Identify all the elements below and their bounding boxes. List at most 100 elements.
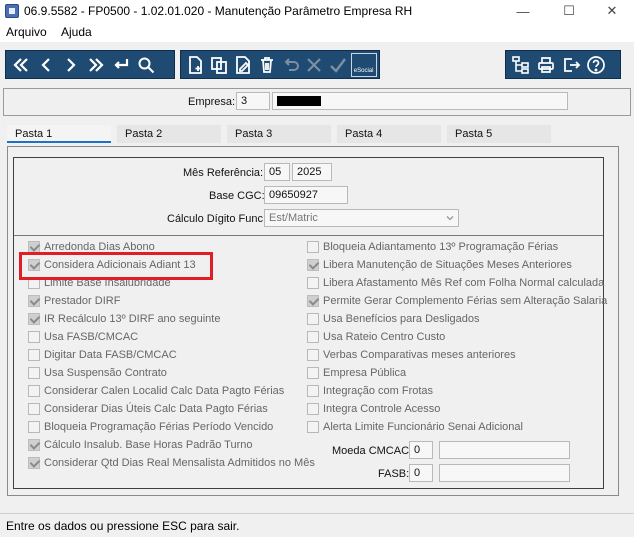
next-record-icon[interactable] [58, 52, 83, 77]
left-option-checkbox[interactable]: Digitar Data FASB/CMCAC [28, 347, 177, 362]
base-cgc-field[interactable]: 09650927 [264, 186, 348, 204]
checkbox-box[interactable] [307, 276, 319, 289]
checkbox-label: Cálculo Insalub. Base Horas Padrão Turno [44, 438, 253, 451]
left-option-checkbox[interactable]: Prestador DIRF [28, 293, 120, 308]
checkbox-box[interactable] [28, 330, 40, 343]
tab-pasta-5[interactable]: Pasta 5 [447, 125, 551, 143]
checkbox-box[interactable] [28, 438, 40, 451]
left-option-checkbox[interactable]: Usa FASB/CMCAC [28, 329, 138, 344]
checkbox-box[interactable] [28, 402, 40, 415]
left-option-checkbox[interactable]: Considerar Qtd Dias Real Mensalista Admi… [28, 455, 315, 470]
checkbox-box[interactable] [28, 348, 40, 361]
empresa-label: Empresa: [188, 96, 236, 108]
right-option-checkbox[interactable]: Integra Controle Acesso [307, 401, 440, 416]
right-option-checkbox[interactable]: Usa Rateio Centro Custo [307, 329, 445, 344]
chevron-down-icon[interactable] [445, 213, 455, 223]
checkbox-box[interactable] [307, 366, 319, 379]
esocial-button[interactable]: eSocial [350, 52, 377, 77]
left-option-checkbox[interactable]: IR Recálculo 13º DIRF ano seguinte [28, 311, 220, 326]
left-option-checkbox[interactable]: Bloqueia Programação Férias Período Venc… [28, 419, 273, 434]
moeda-cmcac-description [439, 441, 570, 459]
exit-icon[interactable] [558, 52, 583, 77]
left-option-checkbox[interactable]: Considerar Dias Úteis Calc Data Pagto Fé… [28, 401, 268, 416]
mes-referencia-month-field[interactable]: 05 [264, 163, 290, 181]
right-option-checkbox[interactable]: Empresa Pública [307, 365, 406, 380]
base-cgc-label: Base CGC: [209, 190, 265, 202]
status-bar: Entre os dados ou pressione ESC para sai… [0, 513, 634, 537]
moeda-cmcac-field[interactable]: 0 [409, 441, 433, 459]
right-option-checkbox[interactable]: Libera Afastamento Mês Ref com Folha Nor… [307, 275, 604, 290]
close-button[interactable]: ✕ [590, 0, 634, 22]
minimize-button[interactable]: — [501, 0, 545, 22]
menu-ajuda[interactable]: Ajuda [61, 25, 92, 39]
fasb-label: FASB: [378, 468, 410, 480]
checkbox-box[interactable] [28, 366, 40, 379]
help-icon[interactable] [583, 52, 608, 77]
maximize-button[interactable]: ☐ [547, 0, 591, 22]
window-title: 06.9.5582 - FP0500 - 1.02.01.020 - Manut… [24, 4, 413, 18]
tab-pasta-4[interactable]: Pasta 4 [337, 125, 441, 143]
checkbox-box[interactable] [28, 384, 40, 397]
checkbox-label: Digitar Data FASB/CMCAC [44, 348, 177, 361]
checkbox-box[interactable] [28, 456, 40, 469]
mes-referencia-year-field[interactable]: 2025 [292, 163, 332, 181]
confirm-icon[interactable] [326, 52, 350, 77]
copy-record-icon[interactable] [207, 52, 231, 77]
calculo-digito-value: Est/Matric [269, 212, 318, 224]
calculo-digito-select[interactable]: Est/Matric [264, 209, 459, 227]
checkbox-box[interactable] [28, 240, 40, 253]
left-option-checkbox[interactable]: Considerar Calen Localid Calc Data Pagto… [28, 383, 284, 398]
new-record-icon[interactable] [183, 52, 207, 77]
right-option-checkbox[interactable]: Permite Gerar Complemento Férias sem Alt… [307, 293, 607, 308]
search-icon[interactable] [133, 52, 158, 77]
hierarchy-icon[interactable] [508, 52, 533, 77]
checkbox-box[interactable] [307, 402, 319, 415]
right-option-checkbox[interactable]: Integração com Frotas [307, 383, 433, 398]
checkbox-box[interactable] [28, 312, 40, 325]
checkbox-box[interactable] [307, 312, 319, 325]
left-option-checkbox[interactable]: Usa Suspensão Contrato [28, 365, 167, 380]
checkbox-box[interactable] [307, 330, 319, 343]
tab-pasta-2[interactable]: Pasta 2 [117, 125, 221, 143]
right-option-checkbox[interactable]: Verbas Comparativas meses anteriores [307, 347, 516, 362]
empresa-code-field[interactable]: 3 [236, 92, 270, 110]
menu-arquivo[interactable]: Arquivo [6, 25, 47, 39]
checkbox-label: Considerar Qtd Dias Real Mensalista Admi… [44, 456, 315, 469]
esocial-label: eSocial [350, 52, 377, 77]
right-option-checkbox[interactable]: Bloqueia Adiantamento 13º Programação Fé… [307, 239, 558, 254]
delete-record-icon[interactable] [255, 52, 279, 77]
right-option-checkbox[interactable]: Alerta Limite Funcionário Senai Adiciona… [307, 419, 523, 434]
checkbox-box[interactable] [307, 294, 319, 307]
print-icon[interactable] [533, 52, 558, 77]
right-option-checkbox[interactable]: Libera Manutenção de Situações Meses Ant… [307, 257, 572, 272]
tab-pasta-1[interactable]: Pasta 1 [7, 125, 111, 143]
checkbox-box[interactable] [307, 420, 319, 433]
cancel-icon[interactable] [302, 52, 326, 77]
previous-record-icon[interactable] [33, 52, 58, 77]
first-record-icon[interactable] [8, 52, 33, 77]
right-option-checkbox[interactable]: Usa Benefícios para Desligados [307, 311, 480, 326]
toolbar-edit: eSocial [180, 50, 380, 79]
checkbox-box[interactable] [28, 420, 40, 433]
checkbox-label: Integra Controle Acesso [323, 402, 441, 415]
left-option-checkbox[interactable]: Cálculo Insalub. Base Horas Padrão Turno [28, 437, 253, 452]
menu-bar [0, 22, 634, 42]
edit-record-icon[interactable] [231, 52, 255, 77]
checkbox-label: Usa Benefícios para Desligados [323, 312, 480, 325]
toolbar-navigation [5, 50, 175, 79]
mes-referencia-label: Mês Referência: [183, 167, 264, 179]
moeda-cmcac-label: Moeda CMCAC: [332, 445, 413, 457]
checkbox-box[interactable] [307, 258, 319, 271]
undo-icon[interactable] [279, 52, 303, 77]
checkbox-box[interactable] [28, 294, 40, 307]
go-to-record-icon[interactable] [108, 52, 133, 77]
checkbox-label: Prestador DIRF [44, 294, 121, 307]
checkbox-box[interactable] [307, 240, 319, 253]
fasb-field[interactable]: 0 [409, 464, 433, 482]
checkbox-label: Bloqueia Adiantamento 13º Programação Fé… [323, 240, 559, 253]
last-record-icon[interactable] [83, 52, 108, 77]
tab-pasta-3[interactable]: Pasta 3 [227, 125, 331, 143]
checkbox-label: Libera Afastamento Mês Ref com Folha Nor… [323, 276, 605, 289]
checkbox-box[interactable] [307, 348, 319, 361]
checkbox-box[interactable] [307, 384, 319, 397]
